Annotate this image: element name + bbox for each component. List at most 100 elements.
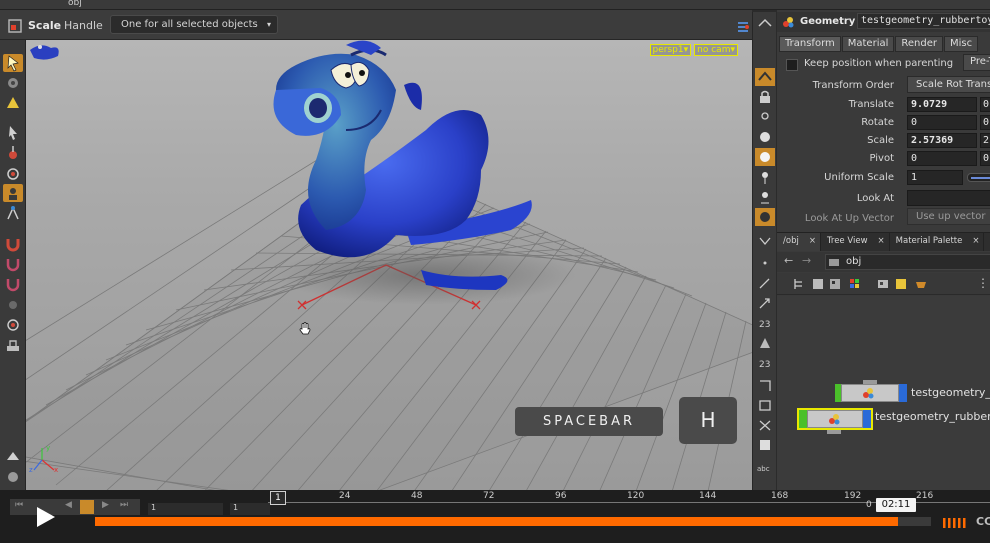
- tab-transform[interactable]: Transform: [779, 36, 841, 52]
- magnet-tool-icon[interactable]: [3, 234, 23, 252]
- translate-x-field[interactable]: 9.0729: [907, 97, 977, 112]
- safe-area-icon[interactable]: [755, 396, 775, 414]
- smooth-shaded-icon[interactable]: [755, 148, 775, 166]
- closed-captions-button[interactable]: CC: [976, 515, 990, 528]
- translate-tool-icon[interactable]: [3, 144, 23, 162]
- range-end-field[interactable]: 1: [230, 503, 270, 515]
- look-at-field[interactable]: [907, 190, 990, 206]
- shading-icon[interactable]: [755, 128, 775, 146]
- uniform-scale-slider[interactable]: [967, 173, 990, 182]
- flipbook-icon[interactable]: [3, 448, 23, 466]
- tab-render[interactable]: Render: [895, 36, 943, 52]
- svg-text:abc: abc: [757, 465, 770, 473]
- display-icon[interactable]: [755, 68, 775, 86]
- geometry-node-icon: [783, 17, 794, 28]
- more-options-icon[interactable]: ⋮: [977, 276, 989, 290]
- uniform-scale-field[interactable]: 1: [907, 170, 963, 185]
- pivot-x-field[interactable]: 0: [907, 151, 977, 166]
- video-play-icon[interactable]: [33, 505, 57, 529]
- close-icon[interactable]: ×: [972, 236, 979, 246]
- node-testgeometry[interactable]: [835, 380, 907, 402]
- select-tool-icon[interactable]: [3, 54, 23, 72]
- prim-numbers-icon[interactable]: 23: [755, 354, 775, 372]
- normals-icon[interactable]: [755, 188, 775, 206]
- handle-tool-icon[interactable]: [3, 94, 23, 112]
- layout-icon[interactable]: [829, 278, 841, 290]
- tree-icon[interactable]: [793, 278, 805, 290]
- play-reverse-icon[interactable]: ◀: [65, 500, 72, 510]
- keep-position-checkbox[interactable]: [786, 59, 798, 71]
- tab-tree-view[interactable]: Tree View ×: [821, 233, 890, 251]
- geometry-node-icon: [863, 388, 874, 399]
- back-arrow-icon[interactable]: ←: [784, 254, 793, 267]
- range-start-field[interactable]: 1: [148, 503, 223, 515]
- scale-y-field[interactable]: 2: [980, 133, 990, 148]
- node-name-field[interactable]: testgeometry_rubbertoy_object: [857, 13, 990, 29]
- close-icon[interactable]: ×: [878, 236, 885, 246]
- selection-mode-dropdown[interactable]: One for all selected objects ▾: [110, 15, 278, 34]
- close-icon[interactable]: ×: [809, 236, 816, 246]
- point-display-icon[interactable]: [755, 168, 775, 186]
- image-icon[interactable]: [877, 278, 889, 290]
- pose-tool-icon[interactable]: [3, 204, 23, 222]
- note-icon[interactable]: [895, 278, 907, 290]
- numbers-icon[interactable]: 23: [755, 314, 775, 332]
- scale-tool-icon[interactable]: [8, 19, 22, 33]
- video-progress-bar[interactable]: [95, 517, 931, 526]
- color-palette-icon[interactable]: [849, 278, 861, 290]
- ghost-display-icon[interactable]: [755, 208, 775, 226]
- background-icon[interactable]: [755, 436, 775, 454]
- transform-order-dropdown[interactable]: Scale Rot Trans: [907, 76, 990, 93]
- arrow-icon[interactable]: [755, 294, 775, 312]
- view-tool-icon[interactable]: [3, 74, 23, 92]
- translate-y-field[interactable]: 0: [980, 97, 990, 112]
- dot-icon[interactable]: [755, 254, 775, 272]
- snap-tool-icon[interactable]: [3, 254, 23, 272]
- tab-misc[interactable]: Misc: [943, 36, 979, 52]
- stop-button[interactable]: [80, 500, 94, 514]
- camera-view-button[interactable]: persp1▾: [649, 44, 692, 56]
- lock-icon[interactable]: [755, 88, 775, 106]
- forward-arrow-icon[interactable]: →: [802, 254, 811, 267]
- construction-plane-icon[interactable]: [3, 296, 23, 314]
- display-options-icon[interactable]: [736, 20, 750, 34]
- render-region-icon[interactable]: [3, 336, 23, 354]
- text-label-icon[interactable]: abc: [755, 458, 775, 476]
- home-icon[interactable]: [755, 16, 775, 34]
- tab-obj[interactable]: /obj ×: [777, 233, 821, 251]
- scale-x-field[interactable]: 2.57369: [907, 133, 977, 148]
- snap-grid-icon[interactable]: [3, 274, 23, 292]
- rotate-y-field[interactable]: 0: [980, 115, 990, 130]
- scale-tool-active-icon[interactable]: [3, 184, 23, 202]
- camera-select-button[interactable]: no cam▾: [694, 44, 738, 56]
- render-tool-icon[interactable]: [3, 468, 23, 486]
- shelf-icon[interactable]: [915, 278, 927, 290]
- pivot-y-field[interactable]: 0: [980, 151, 990, 166]
- volume-icon[interactable]: [942, 517, 968, 529]
- template-icon[interactable]: [755, 232, 775, 250]
- list-icon[interactable]: [812, 278, 824, 290]
- video-progress-fill: [95, 517, 898, 526]
- frame-icon[interactable]: [755, 376, 775, 394]
- tab-material[interactable]: Material: [841, 36, 895, 52]
- pointer-tool-icon[interactable]: [3, 124, 23, 142]
- rotate-x-field[interactable]: 0: [907, 115, 977, 130]
- tab-material-palette[interactable]: Material Palette ×: [890, 233, 985, 251]
- light-icon[interactable]: [755, 108, 775, 126]
- node-testgeometry-rubbertoy-label: testgeometry_rubbert: [875, 410, 990, 423]
- rotate-tool-icon[interactable]: [3, 164, 23, 182]
- current-frame-marker[interactable]: 1: [270, 491, 286, 505]
- vector-icon[interactable]: [755, 274, 775, 292]
- jump-start-icon[interactable]: ⏮: [15, 500, 23, 510]
- play-forward-icon[interactable]: ▶: [102, 500, 109, 510]
- node-testgeometry-rubbertoy[interactable]: [797, 408, 873, 434]
- scene-viewport[interactable]: y x z persp1▾ no cam▾ SPACEBAR H: [26, 40, 752, 490]
- network-canvas[interactable]: testgeometry_ testgeometry_rubbert: [777, 296, 990, 491]
- grid-icon[interactable]: [755, 416, 775, 434]
- network-path-field[interactable]: obj: [825, 254, 990, 270]
- uv-icon[interactable]: [755, 334, 775, 352]
- pre-transform-button[interactable]: Pre-T: [963, 54, 990, 71]
- jump-end-icon[interactable]: ⏭: [120, 500, 128, 510]
- look-at-up-dropdown[interactable]: Use up vector: [907, 208, 990, 225]
- camera-tool-icon[interactable]: [3, 316, 23, 334]
